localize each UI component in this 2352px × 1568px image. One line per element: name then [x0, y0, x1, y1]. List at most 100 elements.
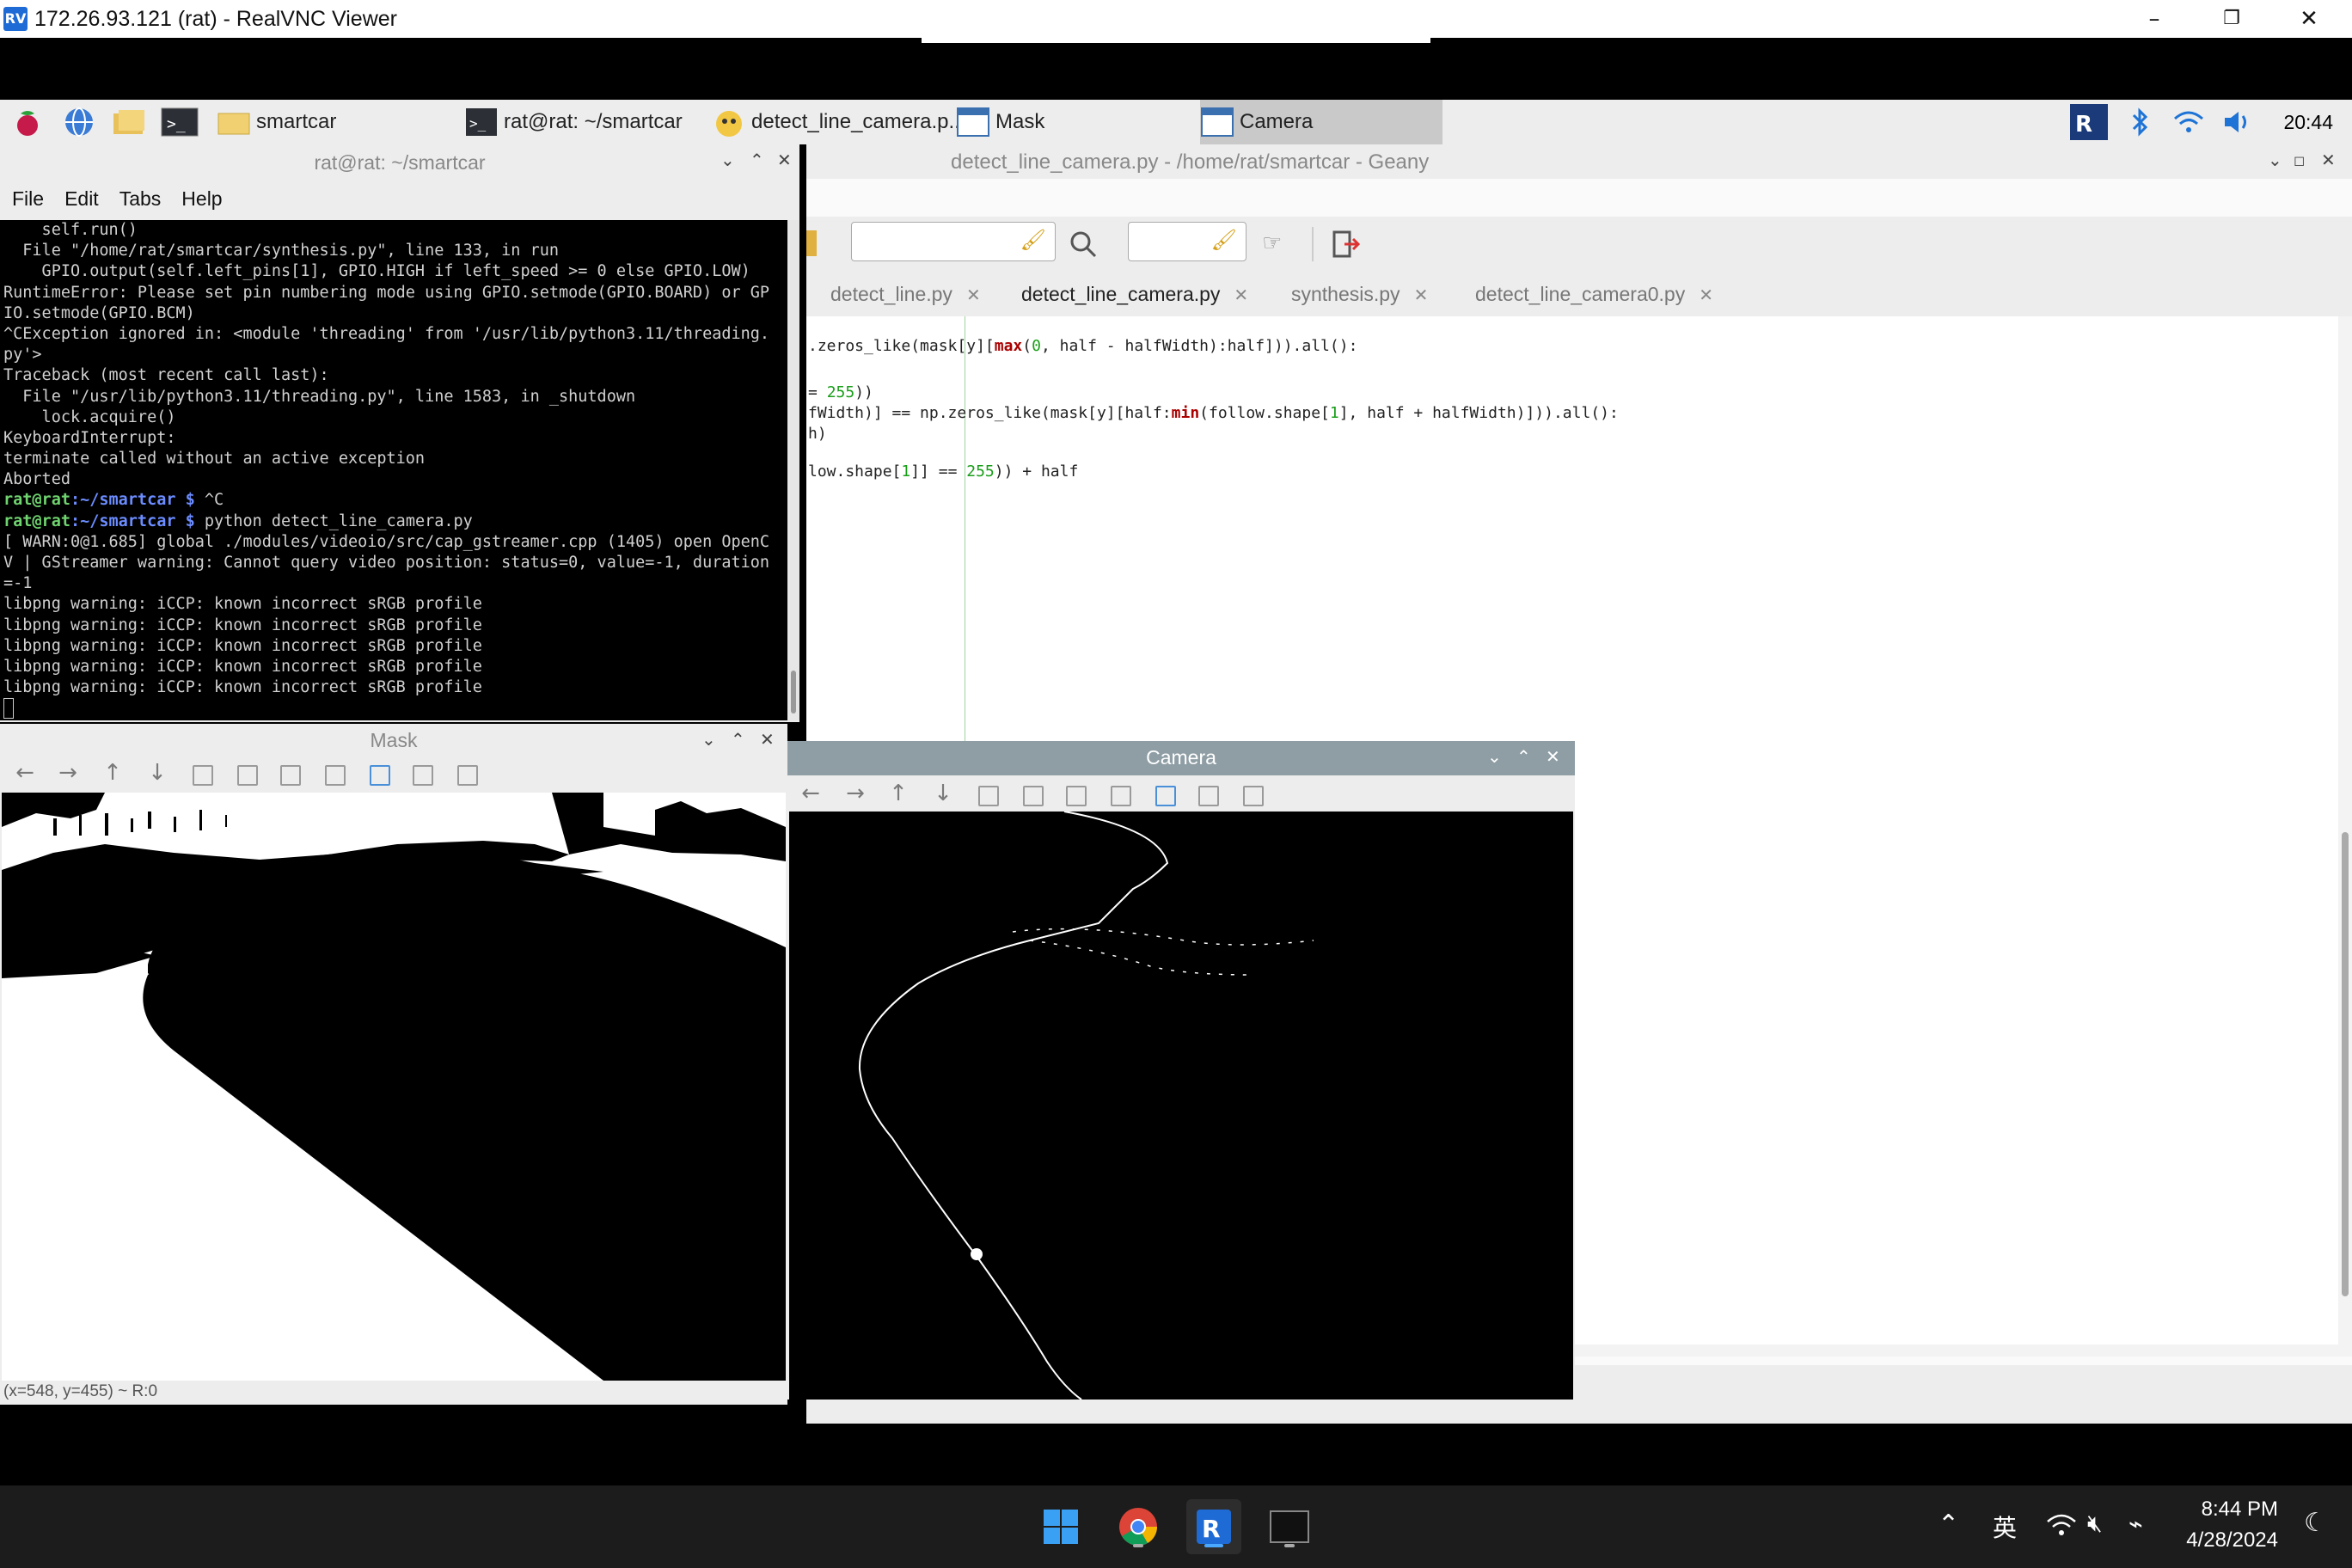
tab-synthesis[interactable]: synthesis.py ✕	[1291, 272, 1428, 316]
menu-tabs[interactable]: Tabs	[119, 187, 162, 211]
close-icon[interactable]: ✕	[1546, 746, 1560, 767]
close-icon[interactable]: ✕	[1699, 286, 1713, 305]
battery-icon[interactable]: ⌁	[2128, 1510, 2143, 1538]
chevron-down-icon[interactable]: ⌄	[720, 150, 735, 170]
running-indicator	[1284, 1544, 1295, 1547]
properties-icon[interactable]	[1243, 786, 1264, 806]
zoom-fit-icon[interactable]	[1023, 786, 1044, 806]
taskbar-item-smartcar[interactable]: smartcar	[217, 100, 336, 144]
browser-icon[interactable]	[62, 100, 96, 144]
start-icon[interactable]	[1033, 1499, 1088, 1554]
wifi-icon[interactable]	[2046, 1511, 2077, 1543]
pan-right-icon[interactable]: →	[842, 781, 868, 806]
pan-up-icon[interactable]: ↑	[885, 781, 911, 806]
pan-left-icon[interactable]: ←	[12, 760, 38, 786]
wifi-icon[interactable]	[2171, 100, 2206, 144]
taskbar-item-label: detect_line_camera.p...	[751, 110, 966, 133]
tab-detect-line[interactable]: detect_line.py ✕	[830, 272, 981, 316]
close-icon[interactable]: ✕	[777, 150, 792, 170]
close-icon[interactable]: ✕	[2321, 150, 2336, 170]
pan-down-icon[interactable]: ↓	[144, 760, 170, 786]
bluetooth-icon[interactable]	[2127, 100, 2153, 144]
ime-indicator[interactable]: 英	[1993, 1510, 2017, 1544]
taskbar-item-label: rat@rat: ~/smartcar	[504, 110, 683, 133]
chrome-icon[interactable]	[1111, 1499, 1166, 1554]
taskbar-item-terminal[interactable]: >_ rat@rat: ~/smartcar	[464, 100, 683, 144]
tab-detect-line-camera[interactable]: detect_line_camera.py ✕	[1009, 272, 1261, 319]
file-manager-icon[interactable]	[110, 100, 148, 144]
scrollbar-thumb[interactable]	[2342, 832, 2349, 1296]
terminal-icon[interactable]	[1262, 1499, 1317, 1554]
chevron-down-icon[interactable]: ⌄	[2268, 150, 2282, 170]
realvnc-icon[interactable]: R	[1186, 1499, 1241, 1554]
minimize-button[interactable]: –	[2120, 0, 2189, 38]
chevron-up-icon[interactable]: ⌃	[1516, 746, 1531, 767]
save-image-icon[interactable]	[1155, 786, 1176, 806]
open-file-icon[interactable]	[806, 230, 817, 256]
mask-image[interactable]	[2, 793, 787, 1381]
terminal-output[interactable]: self.run() File "/home/rat/smartcar/synt…	[0, 220, 787, 720]
save-image-icon[interactable]	[370, 765, 390, 786]
chevron-up-icon[interactable]: ⌃	[750, 150, 764, 170]
close-icon[interactable]: ✕	[1414, 286, 1429, 305]
taskbar-item-camera[interactable]: Camera	[1200, 100, 1442, 144]
zoom-out-icon[interactable]	[280, 765, 301, 786]
editor-vertical-scrollbar[interactable]	[2338, 316, 2352, 1357]
pi-clock[interactable]: 20:44	[2283, 111, 2333, 134]
pan-left-icon[interactable]: ←	[798, 781, 824, 806]
zoom-in-icon[interactable]	[193, 765, 213, 786]
jump-to-line-icon[interactable]: ☞	[1262, 230, 1282, 256]
camera-image[interactable]	[789, 811, 1573, 1400]
close-icon[interactable]: ✕	[966, 286, 981, 305]
search-input[interactable]: 🖌	[851, 222, 1056, 261]
terminal-scrollbar[interactable]	[787, 220, 799, 720]
terminal-line: RuntimeError: Please set pin numbering m…	[3, 283, 770, 302]
pan-down-icon[interactable]: ↓	[930, 781, 956, 806]
vnc-toolbar-handle[interactable]	[922, 38, 1430, 43]
goto-line-input[interactable]: 🖌	[1128, 222, 1246, 261]
taskbar-item-mask[interactable]: Mask	[956, 100, 1044, 144]
chevron-up-icon[interactable]: ⌃	[731, 729, 745, 750]
vnc-icon[interactable]: R	[2068, 100, 2110, 144]
terminal-launcher-icon[interactable]: >_	[160, 100, 199, 144]
close-icon[interactable]: ✕	[1234, 286, 1248, 305]
terminal-line: IO.setmode(GPIO.BCM)	[3, 303, 195, 322]
clear-icon[interactable]: 🖌	[1020, 228, 1046, 252]
taskbar-item-geany[interactable]: detect_line_camera.p...	[712, 100, 965, 144]
terminal-line: libpng warning: iCCP: known incorrect sR…	[3, 595, 482, 614]
notifications-icon[interactable]: ☾	[2304, 1508, 2327, 1538]
clock-time[interactable]: 8:44 PM	[2171, 1498, 2278, 1522]
terminal-line: lock.acquire()	[3, 407, 176, 426]
geany-title-bar: detect_line_camera.py - /home/rat/smartc…	[806, 144, 2352, 179]
zoom-out-icon[interactable]	[1066, 786, 1087, 806]
close-icon[interactable]: ✕	[760, 729, 775, 750]
zoom-fit-icon[interactable]	[237, 765, 258, 786]
zoom-reset-icon[interactable]	[325, 765, 346, 786]
pan-right-icon[interactable]: →	[55, 760, 81, 786]
scrollbar-thumb[interactable]	[791, 671, 796, 714]
menu-edit[interactable]: Edit	[64, 187, 99, 211]
maximize-button[interactable]: ◻	[2294, 152, 2305, 168]
search-icon[interactable]	[1068, 229, 1099, 263]
pan-up-icon[interactable]: ↑	[100, 760, 126, 786]
zoom-reset-icon[interactable]	[1111, 786, 1131, 806]
close-button[interactable]: ✕	[2275, 0, 2343, 38]
chevron-up-icon[interactable]: ⌃	[1938, 1510, 1959, 1540]
geany-toolbar: 🖌 🖌 ☞	[806, 217, 2352, 273]
restore-button[interactable]: ❐	[2197, 0, 2266, 38]
menu-file[interactable]: File	[12, 187, 44, 211]
tab-detect-line-camera0[interactable]: detect_line_camera0.py ✕	[1475, 272, 1713, 316]
raspberry-menu-icon[interactable]	[10, 100, 45, 144]
chevron-down-icon[interactable]: ⌄	[1487, 746, 1502, 767]
copy-image-icon[interactable]	[1198, 786, 1219, 806]
copy-image-icon[interactable]	[413, 765, 433, 786]
properties-icon[interactable]	[457, 765, 478, 786]
clear-icon[interactable]: 🖌	[1211, 228, 1237, 252]
volume-muted-icon[interactable]: 🔇︎	[2087, 1510, 2103, 1538]
zoom-in-icon[interactable]	[978, 786, 999, 806]
clock-date[interactable]: 4/28/2024	[2171, 1528, 2278, 1553]
chevron-down-icon[interactable]: ⌄	[701, 729, 716, 750]
quit-icon[interactable]	[1331, 229, 1362, 263]
volume-icon[interactable]	[2220, 100, 2254, 144]
menu-help[interactable]: Help	[181, 187, 222, 211]
